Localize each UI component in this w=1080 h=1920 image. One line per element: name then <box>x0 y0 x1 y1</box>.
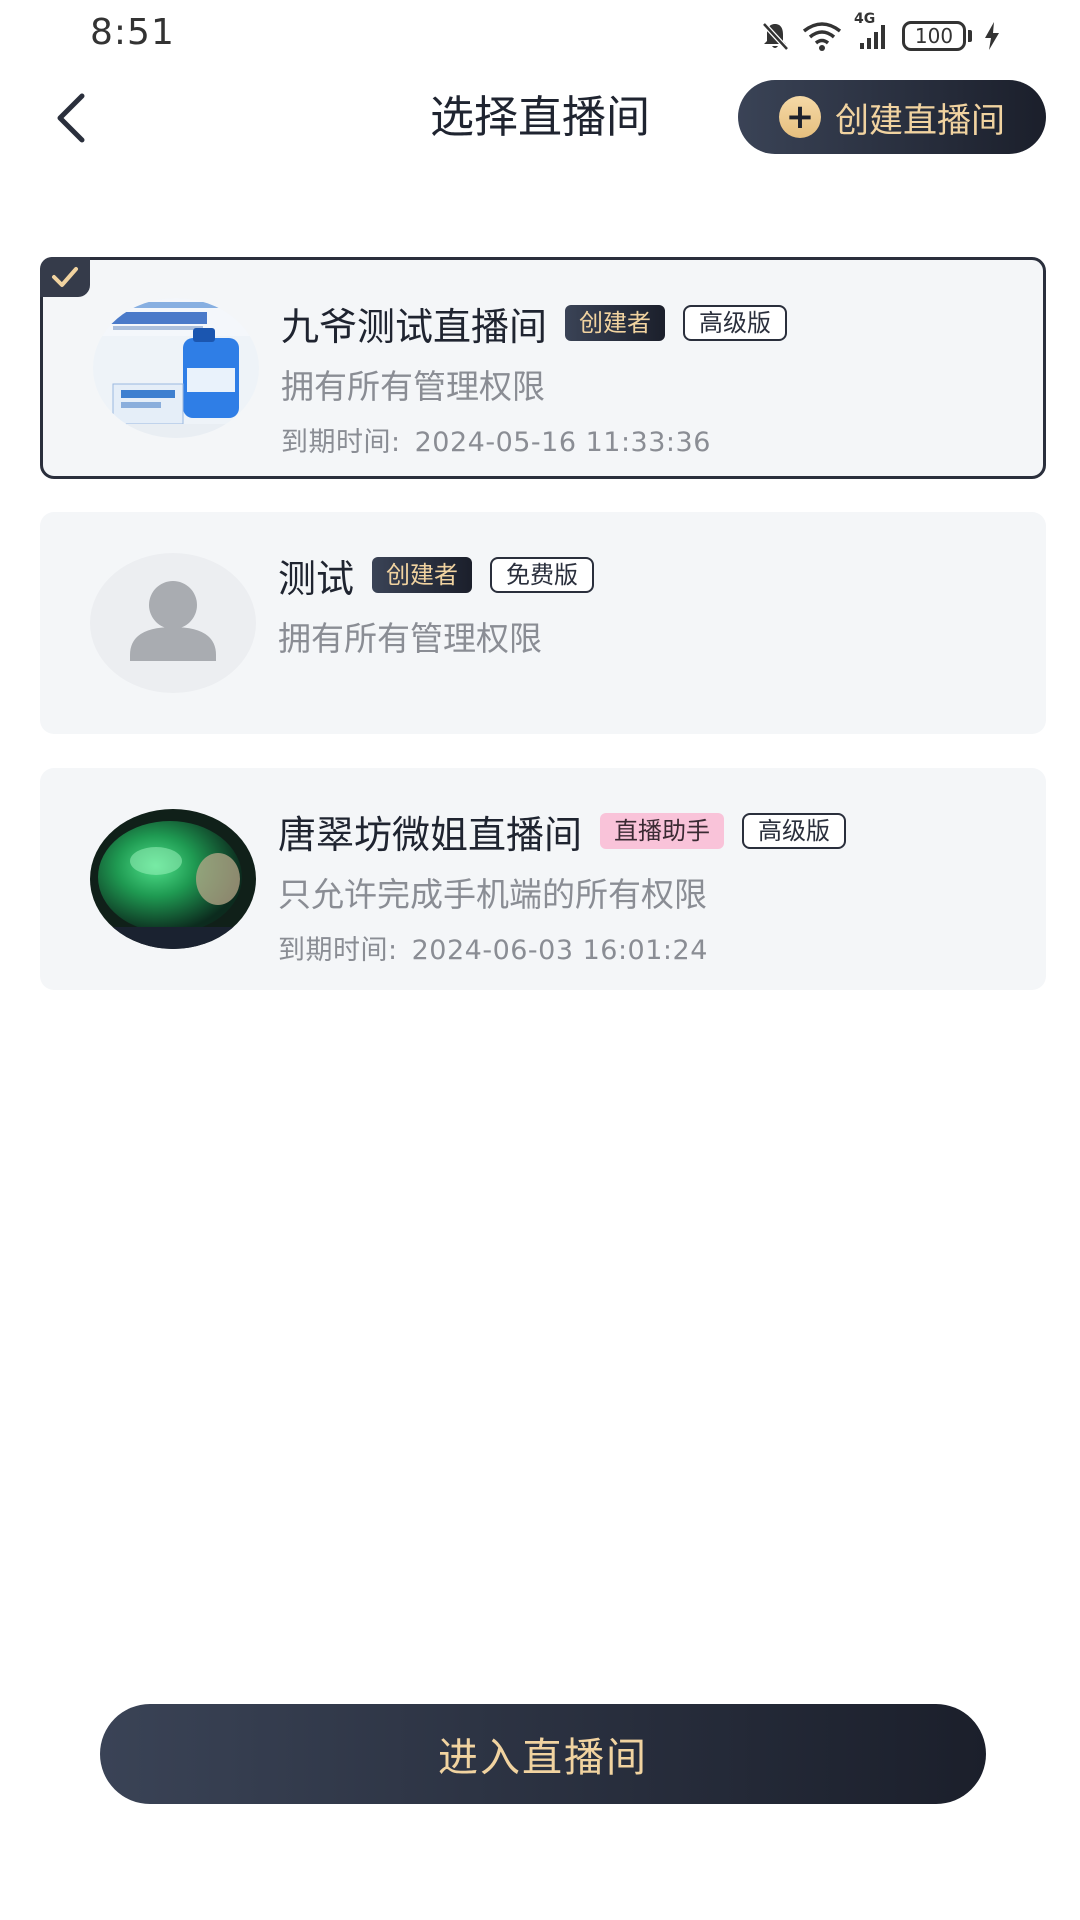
room-avatar <box>90 553 256 693</box>
edition-badge: 免费版 <box>490 557 595 593</box>
room-name-row: 测试 创建者 免费版 <box>278 548 595 602</box>
room-info: 测试 创建者 免费版 拥有所有管理权限 <box>278 512 1026 734</box>
status-icons: 4G 100 <box>760 11 1000 56</box>
room-permission: 只允许完成手机端的所有权限 <box>278 875 707 914</box>
room-permission: 拥有所有管理权限 <box>281 367 545 406</box>
room-name-row: 唐翠坊微姐直播间 直播助手 高级版 <box>278 804 847 858</box>
room-card[interactable]: 九爷测试直播间 创建者 高级版 拥有所有管理权限 到期时间: 2024-05-16… <box>40 257 1046 479</box>
room-name: 测试 <box>278 556 355 601</box>
plus-icon: + <box>779 96 821 138</box>
room-name-row: 九爷测试直播间 创建者 高级版 <box>281 296 788 350</box>
battery-icon: 100 <box>902 21 972 51</box>
room-card[interactable]: 测试 创建者 免费版 拥有所有管理权限 <box>40 512 1046 734</box>
role-badge: 直播助手 <box>600 813 725 849</box>
create-room-button[interactable]: + 创建直播间 <box>738 80 1046 154</box>
enter-room-label: 进入直播间 <box>438 1735 648 1781</box>
bell-off-icon <box>760 20 790 52</box>
role-badge: 创建者 <box>565 305 666 341</box>
charging-icon <box>984 22 1000 50</box>
status-bar: 8:51 4G 100 <box>0 0 1080 70</box>
room-card[interactable]: 唐翠坊微姐直播间 直播助手 高级版 只允许完成手机端的所有权限 到期时间: 202… <box>40 768 1046 990</box>
room-info: 唐翠坊微姐直播间 直播助手 高级版 只允许完成手机端的所有权限 到期时间: 202… <box>278 768 1026 990</box>
expire-date: 2024-06-03 16:01:24 <box>411 935 708 966</box>
room-expire: 到期时间: 2024-05-16 11:33:36 <box>281 420 711 459</box>
room-info: 九爷测试直播间 创建者 高级版 拥有所有管理权限 到期时间: 2024-05-16… <box>281 260 1023 476</box>
wifi-icon <box>802 21 842 51</box>
room-expire: 到期时间: 2024-06-03 16:01:24 <box>278 928 708 967</box>
selected-check-icon <box>40 257 90 297</box>
enter-room-button[interactable]: 进入直播间 <box>100 1704 986 1804</box>
expire-label: 到期时间: <box>278 935 398 966</box>
room-avatar <box>93 298 259 438</box>
network-type-label: 4G <box>854 11 876 27</box>
signal-icon: 4G <box>854 11 890 51</box>
edition-badge: 高级版 <box>742 813 847 849</box>
room-permission: 拥有所有管理权限 <box>278 619 542 658</box>
edition-badge: 高级版 <box>683 305 788 341</box>
expire-label: 到期时间: <box>281 427 401 458</box>
room-avatar <box>90 809 256 949</box>
status-time: 8:51 <box>90 12 175 53</box>
create-room-label: 创建直播间 <box>835 100 1005 141</box>
room-name: 唐翠坊微姐直播间 <box>278 812 583 857</box>
room-name: 九爷测试直播间 <box>281 304 548 349</box>
expire-date: 2024-05-16 11:33:36 <box>414 427 711 458</box>
battery-level: 100 <box>902 21 966 51</box>
role-badge: 创建者 <box>372 557 473 593</box>
